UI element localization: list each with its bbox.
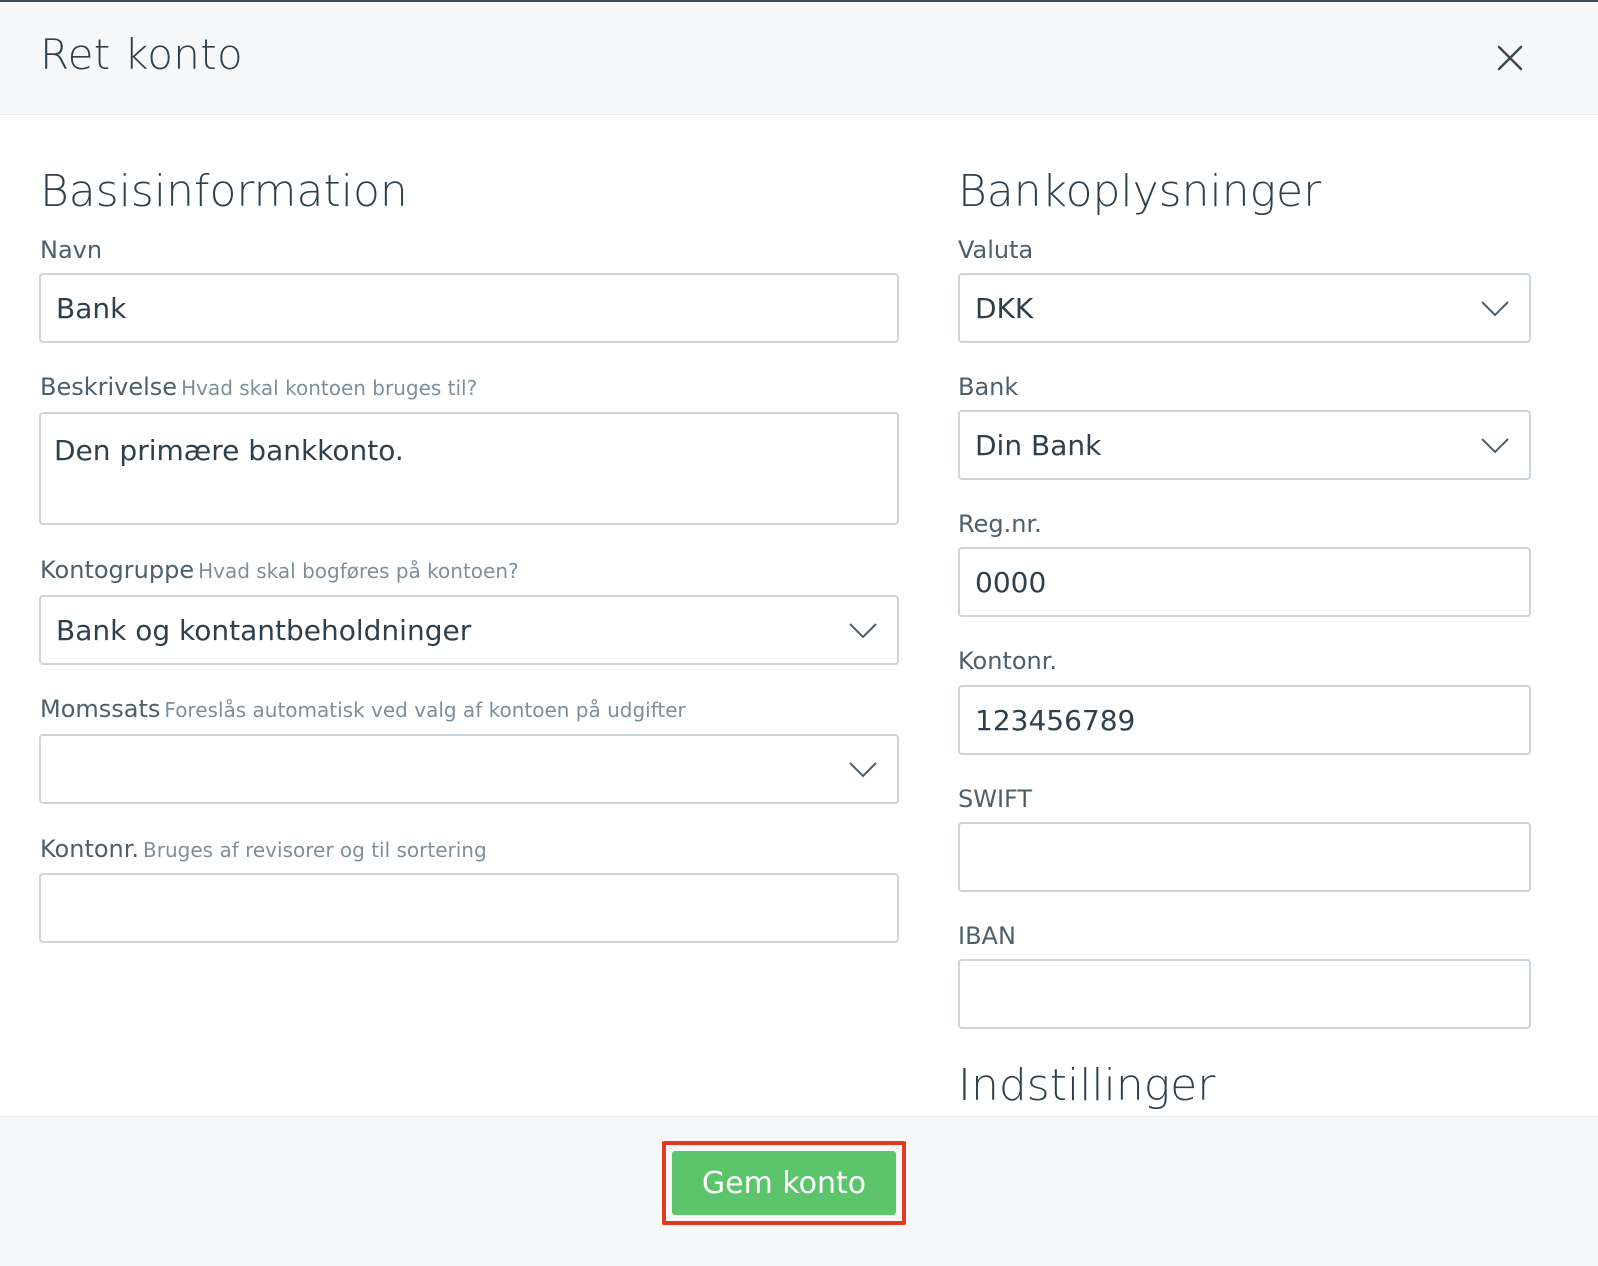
save-button-highlight: Gem konto (662, 1141, 906, 1225)
chevron-down-icon (849, 623, 877, 639)
label-bank: Bank (958, 373, 1018, 401)
label-beskrivelse-hint: Hvad skal kontoen bruges til? (181, 376, 478, 400)
save-account-button[interactable]: Gem konto (672, 1151, 896, 1215)
label-kontonr-basis: Kontonr. Bruges af revisorer og til sorte… (40, 835, 487, 863)
label-swift-text: SWIFT (958, 785, 1033, 813)
label-kontonr-basis-text: Kontonr. (40, 835, 140, 863)
dialog-header: Ret konto (0, 2, 1598, 115)
label-swift: SWIFT (958, 785, 1032, 813)
regnr-value: 0000 (975, 565, 1047, 599)
dialog-title: Ret konto (40, 30, 243, 79)
chevron-down-icon (1481, 301, 1509, 317)
label-regnr-text: Reg.nr. (958, 510, 1042, 538)
label-kontogruppe-hint: Hvad skal bogføres på kontoen? (198, 559, 519, 583)
valuta-select[interactable]: DKK (958, 273, 1531, 343)
chevron-down-icon (849, 762, 877, 778)
label-kontonr-basis-hint: Bruges af revisorer og til sortering (143, 838, 487, 862)
kontogruppe-value: Bank og kontantbeholdninger (56, 613, 472, 647)
label-momssats-hint: Foreslås automatisk ved valg af kontoen … (164, 698, 686, 722)
bank-select[interactable]: Din Bank (958, 410, 1531, 480)
label-beskrivelse-text: Beskrivelse (40, 373, 178, 401)
beskrivelse-value: Den primære bankkonto. (54, 434, 404, 467)
section-title-bank: Bankoplysninger (958, 166, 1322, 217)
close-icon[interactable] (1490, 38, 1530, 78)
label-navn: Navn (40, 236, 102, 264)
label-momssats-text: Momssats (40, 695, 161, 723)
label-valuta: Valuta (958, 236, 1033, 264)
label-momssats: Momssats Foreslås automatisk ved valg af … (40, 695, 686, 723)
navn-input[interactable]: Bank (39, 273, 899, 343)
bank-value: Din Bank (975, 428, 1102, 462)
label-iban-text: IBAN (958, 922, 1016, 950)
label-bank-text: Bank (958, 373, 1019, 401)
label-iban: IBAN (958, 922, 1016, 950)
label-kontogruppe-text: Kontogruppe (40, 556, 195, 584)
label-kontonr-bank-text: Kontonr. (958, 647, 1058, 675)
iban-input[interactable] (958, 959, 1531, 1029)
label-kontonr-bank: Kontonr. (958, 647, 1057, 675)
label-regnr: Reg.nr. (958, 510, 1042, 538)
chevron-down-icon (1481, 438, 1509, 454)
dialog-body: Basisinformation Navn Bank Beskrivelse Hv… (0, 116, 1598, 1116)
valuta-value: DKK (975, 291, 1034, 325)
label-navn-text: Navn (40, 236, 103, 264)
label-kontogruppe: Kontogruppe Hvad skal bogføres på kontoen… (40, 556, 519, 584)
kontonr-bank-input[interactable]: 123456789 (958, 685, 1531, 755)
kontogruppe-select[interactable]: Bank og kontantbeholdninger (39, 595, 899, 665)
dialog-footer: Gem konto (0, 1116, 1598, 1266)
kontonr-bank-value: 123456789 (975, 703, 1136, 737)
label-valuta-text: Valuta (958, 236, 1034, 264)
momssats-select[interactable] (39, 734, 899, 804)
section-title-basis: Basisinformation (40, 166, 408, 217)
beskrivelse-textarea[interactable]: Den primære bankkonto. (39, 412, 899, 525)
kontonr-basis-input[interactable] (39, 873, 899, 943)
navn-value: Bank (56, 291, 127, 325)
regnr-input[interactable]: 0000 (958, 547, 1531, 617)
section-title-settings: Indstillinger (958, 1060, 1216, 1111)
swift-input[interactable] (958, 822, 1531, 892)
label-beskrivelse: Beskrivelse Hvad skal kontoen bruges til? (40, 373, 477, 401)
edit-account-dialog: Ret konto Basisinformation Navn Bank Bes… (0, 0, 1598, 1266)
